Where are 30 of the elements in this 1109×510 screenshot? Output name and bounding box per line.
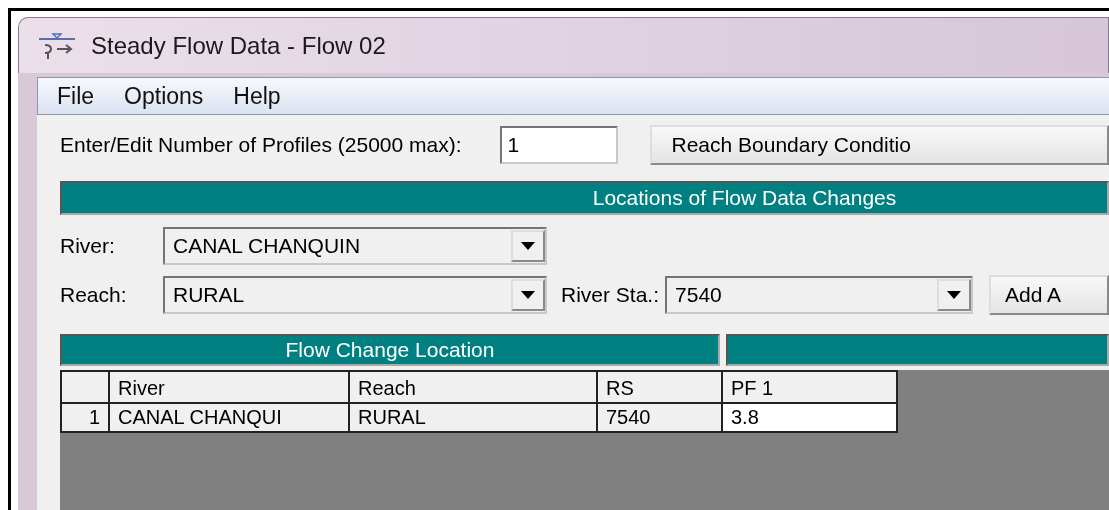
caret-icon: [521, 242, 535, 250]
river-dropdown[interactable]: CANAL CHANQUIN: [163, 227, 547, 265]
table-cell: CANAL CHANQUI: [109, 403, 349, 432]
river-station-dropdown[interactable]: 7540: [665, 276, 974, 314]
window-title: Steady Flow Data - Flow 02: [91, 31, 386, 60]
column-header[interactable]: Reach: [349, 371, 597, 403]
menu-item[interactable]: Options: [124, 82, 204, 110]
column-header[interactable]: River: [109, 371, 349, 403]
boundary-conditions-button[interactable]: Reach Boundary Conditio: [649, 125, 1109, 165]
add-button[interactable]: Add A: [989, 275, 1109, 315]
profiles-label: Enter/Edit Number of Profiles (25000 max):: [60, 133, 462, 157]
caret-icon: [947, 291, 962, 299]
reach-label: Reach:: [60, 283, 128, 307]
corner-cell: [61, 371, 109, 403]
table-cell[interactable]: 3.8: [722, 403, 897, 432]
menu-item[interactable]: File: [57, 82, 95, 110]
caret-icon: [521, 291, 535, 299]
table-group-header: Flow Change Location: [60, 334, 720, 366]
river-station-label: River Sta.:: [561, 283, 660, 307]
flow-icon: [37, 30, 77, 61]
column-header[interactable]: RS: [597, 371, 722, 403]
profiles-field[interactable]: 1: [499, 126, 618, 164]
menu-item[interactable]: Help: [233, 82, 281, 110]
table-cell: 7540: [597, 403, 722, 432]
row-number: 1: [61, 403, 109, 432]
river-label: River:: [60, 234, 116, 258]
section-header: Locations of Flow Data Changes: [60, 181, 1109, 215]
table-cell: RURAL: [349, 403, 597, 432]
reach-dropdown[interactable]: RURAL: [163, 276, 547, 314]
column-header[interactable]: PF 1: [722, 371, 897, 403]
